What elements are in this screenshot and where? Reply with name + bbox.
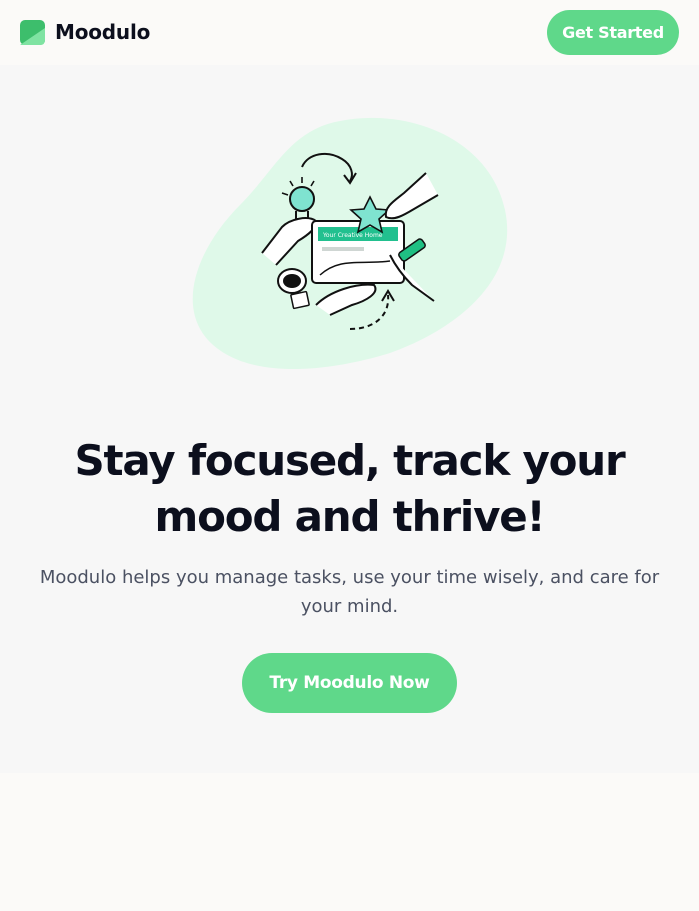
get-started-button[interactable]: Get Started — [547, 10, 679, 55]
svg-text:Your Creative Home: Your Creative Home — [322, 232, 383, 239]
logo-icon — [20, 20, 45, 45]
hero-subtext: Moodulo helps you manage tasks, use your… — [39, 567, 660, 617]
hero-illustration: Your Creative Home — [192, 117, 508, 370]
brand-logo[interactable]: Moodulo — [20, 20, 150, 45]
site-header: Moodulo Get Started — [0, 0, 699, 65]
brand-name: Moodulo — [55, 20, 151, 44]
try-moodulo-button[interactable]: Try Moodulo Now — [242, 653, 457, 713]
hero-headline: Stay focused, track your mood and thrive… — [74, 436, 625, 541]
hero-section: Your Creative Home Stay focused, track y… — [0, 65, 699, 773]
